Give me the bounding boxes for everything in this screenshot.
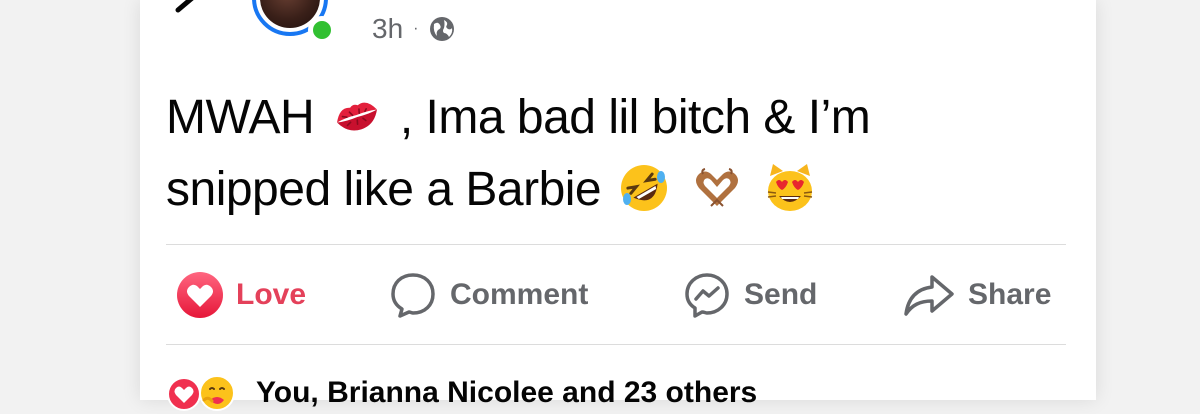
messenger-icon [685, 273, 729, 318]
send-button[interactable]: Send [682, 268, 817, 322]
online-dot-icon [308, 16, 336, 44]
heart-eyes-cat-emoji [764, 162, 816, 214]
reactions-summary-text: You, Brianna Nicolee and 23 others [256, 376, 758, 409]
share-label: Share [968, 278, 1052, 311]
post-text-continuation: , Ima bad lil bitch & I’m [399, 91, 871, 144]
reactions-summary[interactable]: You, Brianna Nicolee and 23 others [166, 372, 757, 414]
love-heart-icon [177, 272, 223, 318]
post-text: MWAH , Ima bad lil bitch & I’m snipped l… [166, 82, 1066, 226]
post-meta: 3h · [372, 10, 456, 48]
author-avatar[interactable] [252, 0, 342, 44]
meta-separator: · [413, 20, 419, 37]
comment-button[interactable]: Comment [388, 268, 588, 322]
back-arrow-icon[interactable] [170, 0, 210, 20]
reaction-icons [166, 372, 242, 414]
share-arrow-icon [904, 275, 954, 316]
love-reaction-icon [167, 377, 201, 411]
rolling-on-floor-laughing-emoji [618, 162, 670, 214]
send-label: Send [744, 278, 818, 311]
divider-top [166, 244, 1066, 245]
more-options-icon[interactable] [1012, 0, 1062, 8]
care-reaction-icon [199, 375, 235, 411]
kiss-mark-emoji [331, 90, 383, 142]
comment-bubble-icon [391, 273, 435, 318]
love-button[interactable]: Love [176, 268, 306, 322]
post-text-barbie: snipped like a Barbie [166, 163, 602, 216]
share-button[interactable]: Share [902, 268, 1051, 322]
love-label: Love [236, 278, 307, 311]
divider-bottom [166, 344, 1066, 345]
post-text-mwah: MWAH [166, 91, 315, 144]
heart-hands-emoji [691, 162, 743, 214]
post-text-line-2: snipped like a Barbie [166, 154, 1066, 226]
comment-label: Comment [450, 278, 589, 311]
post-text-line-1: MWAH , Ima bad lil bitch & I’m [166, 82, 1066, 154]
globe-icon [430, 17, 455, 41]
post-timestamp[interactable]: 3h [372, 13, 403, 45]
